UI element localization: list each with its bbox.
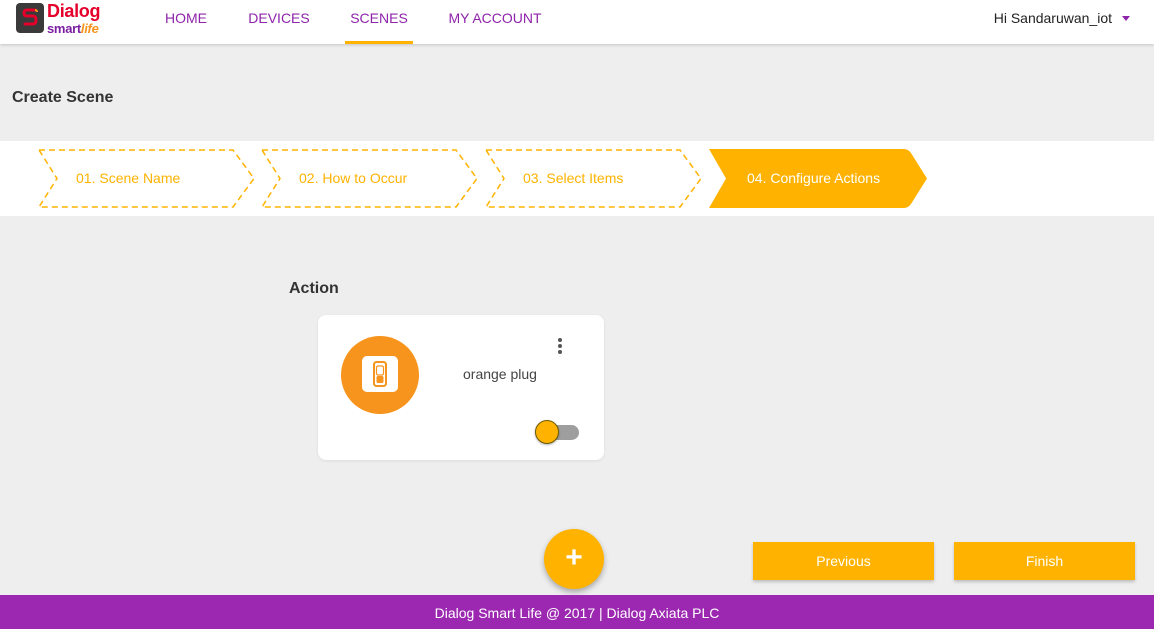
nav-home[interactable]: HOME: [158, 0, 214, 44]
device-name: orange plug: [463, 366, 537, 382]
step-label: 04. Configure Actions: [747, 170, 881, 186]
caret-down-icon: [1122, 15, 1130, 21]
page-title: Create Scene: [12, 89, 114, 106]
step-label: 03. Select Items: [523, 170, 624, 186]
top-navbar: Dialog smartlife HOME DEVICES SCENES MY …: [0, 0, 1154, 44]
user-greeting: Hi Sandaruwan_iot: [993, 10, 1112, 26]
previous-button[interactable]: Previous: [753, 542, 934, 580]
toggle-knob: [535, 420, 559, 444]
finish-button[interactable]: Finish: [954, 542, 1135, 580]
user-menu[interactable]: Hi Sandaruwan_iot: [994, 0, 1130, 36]
step-configure-actions[interactable]: 04. Configure Actions: [708, 148, 930, 209]
action-card: orange plug: [318, 315, 604, 460]
logo-sub-prefix: smart: [47, 21, 81, 36]
plus-icon: +: [565, 541, 583, 574]
nav-scenes[interactable]: SCENES: [345, 0, 413, 44]
step-label: 02. How to Occur: [299, 170, 408, 186]
nav-my-account[interactable]: MY ACCOUNT: [443, 0, 547, 44]
step-select-items[interactable]: 03. Select Items: [484, 148, 704, 209]
smart-plug-icon: [362, 356, 398, 392]
step-how-to-occur[interactable]: 02. How to Occur: [260, 148, 480, 209]
add-action-button[interactable]: +: [544, 529, 604, 589]
device-avatar: [341, 336, 419, 414]
scene-stepper: 01. Scene Name 02. How to Occur 03. Sele…: [0, 141, 1154, 216]
step-label: 01. Scene Name: [76, 170, 181, 186]
footer: Dialog Smart Life @ 2017 | Dialog Axiata…: [0, 595, 1154, 629]
more-vert-icon[interactable]: [555, 338, 565, 356]
dialog-smartlife-logo[interactable]: Dialog smartlife: [16, 1, 108, 37]
logo-brand-sub: smartlife: [47, 21, 99, 36]
step-scene-name[interactable]: 01. Scene Name: [37, 148, 257, 209]
nav-devices[interactable]: DEVICES: [244, 0, 314, 44]
logo-brand-name: Dialog: [47, 1, 101, 21]
logo-mark-icon: [16, 3, 44, 33]
device-toggle[interactable]: [535, 419, 581, 445]
action-section-title: Action: [289, 280, 339, 297]
logo-sub-suffix: life: [80, 21, 99, 36]
